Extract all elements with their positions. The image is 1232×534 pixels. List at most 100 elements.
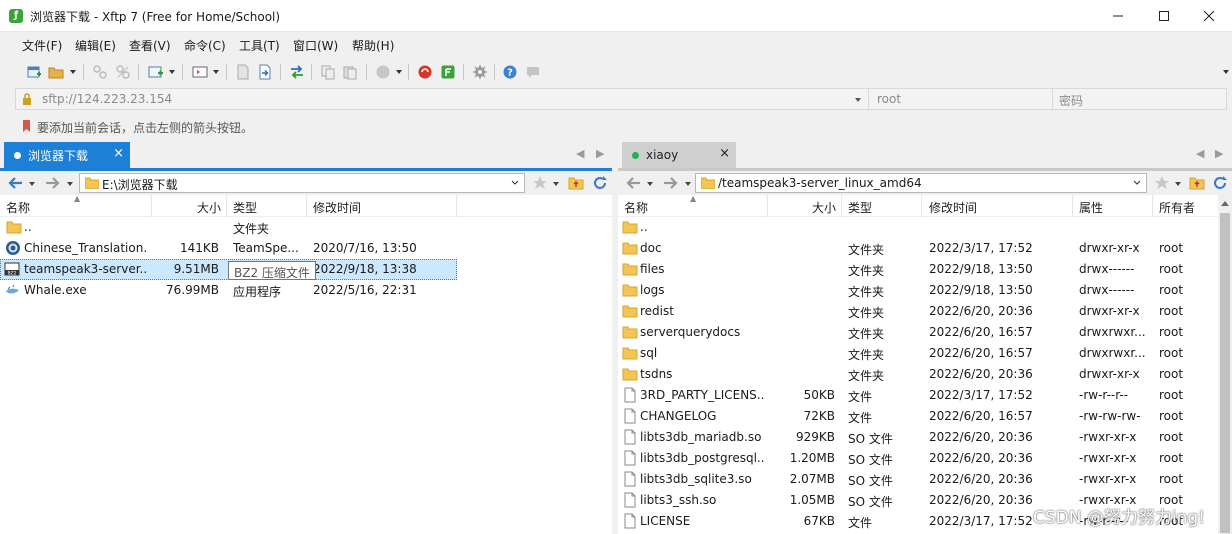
refresh-icon[interactable] xyxy=(1212,175,1228,191)
xshell-button[interactable] xyxy=(190,62,210,82)
xftp-app-icon[interactable]: ƒ xyxy=(9,9,23,23)
forward-dropdown-icon[interactable] xyxy=(67,182,73,186)
forward-arrow-icon[interactable] xyxy=(662,175,680,191)
feedback-button[interactable] xyxy=(523,62,543,82)
back-dropdown-icon[interactable] xyxy=(647,182,653,186)
menu-view[interactable]: 查看(V) xyxy=(129,37,171,54)
connect-button[interactable] xyxy=(90,62,110,82)
menu-window[interactable]: 窗口(W) xyxy=(293,37,338,54)
tab-scroll-left-icon[interactable]: ◀ xyxy=(576,147,584,160)
column-header-modified[interactable]: 修改时间 xyxy=(929,199,977,216)
file-properties-button[interactable] xyxy=(233,62,253,82)
column-header-size[interactable]: 大小 xyxy=(812,199,836,216)
column-divider[interactable] xyxy=(1152,195,1153,217)
list-item[interactable]: redist 文件夹 2022/6/20, 20:36 drwxr-xr-x root xyxy=(618,301,1232,322)
list-item[interactable]: Chinese_Translation... 141KB TeamSpe... … xyxy=(0,238,612,259)
transfer-button[interactable] xyxy=(255,62,275,82)
tab-scroll-left-icon[interactable]: ◀ xyxy=(1196,147,1204,160)
address-bar[interactable]: sftp://124.223.23.154 root 密码 xyxy=(15,88,1227,110)
forward-arrow-icon[interactable] xyxy=(44,175,62,191)
status-button[interactable] xyxy=(373,62,393,82)
xshell-dropdown-icon[interactable] xyxy=(213,70,219,74)
bookmark-arrow-icon[interactable] xyxy=(20,119,34,133)
password-field[interactable]: 密码 xyxy=(1059,92,1083,109)
parent-folder-icon[interactable] xyxy=(1189,175,1205,191)
list-item[interactable]: libts3db_postgresql... 1.20MB SO 文件 2022/6/… xyxy=(618,448,1232,469)
list-item[interactable]: libts3db_sqlite3.so 2.07MB SO 文件 2022/6/20,… xyxy=(618,469,1232,490)
back-arrow-icon[interactable] xyxy=(6,175,24,191)
host-dropdown-icon[interactable] xyxy=(855,98,861,102)
menu-command[interactable]: 命令(C) xyxy=(184,37,226,54)
star-icon[interactable] xyxy=(1154,175,1170,191)
minimize-button[interactable] xyxy=(1095,0,1141,32)
disconnect-button[interactable] xyxy=(113,62,133,82)
xshell-app-button[interactable] xyxy=(415,62,435,82)
forward-dropdown-icon[interactable] xyxy=(685,182,691,186)
close-window-button[interactable] xyxy=(1186,0,1232,32)
username-field[interactable]: root xyxy=(877,92,901,106)
column-header-owner[interactable]: 所有者 xyxy=(1159,199,1195,216)
maximize-button[interactable] xyxy=(1141,0,1187,32)
column-divider[interactable] xyxy=(456,195,457,217)
copy-button[interactable] xyxy=(318,62,338,82)
tab-scroll-right-icon[interactable]: ▶ xyxy=(596,147,604,160)
favorites-dropdown-icon[interactable] xyxy=(1175,182,1181,186)
back-dropdown-icon[interactable] xyxy=(29,182,35,186)
list-item[interactable]: .. xyxy=(618,217,1232,238)
refresh-icon[interactable] xyxy=(592,175,608,191)
column-divider[interactable] xyxy=(1072,195,1073,217)
status-dropdown-icon[interactable] xyxy=(396,70,402,74)
paste-button[interactable] xyxy=(340,62,360,82)
tab-remote-xiaoy[interactable]: xiaoy × xyxy=(622,142,736,168)
sync-button[interactable] xyxy=(287,62,307,82)
list-item[interactable]: tsdns 文件夹 2022/6/20, 20:36 drwxr-xr-x root xyxy=(618,364,1232,385)
local-path-input[interactable]: E:\浏览器下载 xyxy=(79,173,525,193)
column-header-name[interactable]: 名称 xyxy=(6,199,30,216)
list-item[interactable]: sql 文件夹 2022/6/20, 16:57 drwxrwxr... root xyxy=(618,343,1232,364)
options-button[interactable] xyxy=(470,62,490,82)
toolbar-overflow-icon[interactable] xyxy=(1223,70,1229,74)
column-divider[interactable] xyxy=(841,195,842,217)
new-tab-dropdown-icon[interactable] xyxy=(169,70,175,74)
close-tab-icon[interactable]: × xyxy=(113,147,124,161)
list-item[interactable]: libts3db_mariadb.so 929KB SO 文件 2022/6/20, … xyxy=(618,427,1232,448)
column-header-type[interactable]: 类型 xyxy=(233,199,257,216)
host-address[interactable]: sftp://124.223.23.154 xyxy=(42,92,172,106)
list-item[interactable]: Whale.exe 76.99MB 应用程序 2022/5/16, 22:31 xyxy=(0,280,612,301)
scroll-up-icon[interactable] xyxy=(1221,201,1229,206)
back-arrow-icon[interactable] xyxy=(624,175,642,191)
menu-file[interactable]: 文件(F) xyxy=(22,37,62,54)
scrollbar-thumb[interactable] xyxy=(1220,213,1230,533)
favorites-dropdown-icon[interactable] xyxy=(553,182,559,186)
menu-tools[interactable]: 工具(T) xyxy=(239,37,280,54)
open-dropdown-icon[interactable] xyxy=(70,70,76,74)
close-tab-icon[interactable]: × xyxy=(719,147,730,161)
tab-scroll-right-icon[interactable]: ▶ xyxy=(1215,147,1223,160)
column-header-modified[interactable]: 修改时间 xyxy=(313,199,361,216)
list-item[interactable]: doc 文件夹 2022/3/17, 17:52 drwxr-xr-x root xyxy=(618,238,1232,259)
chevron-down-icon[interactable] xyxy=(1133,179,1141,187)
column-header-attributes[interactable]: 属性 xyxy=(1079,199,1103,216)
column-divider[interactable] xyxy=(226,195,227,217)
column-divider[interactable] xyxy=(767,195,768,217)
tab-local-downloads[interactable]: 浏览器下载 × xyxy=(4,142,130,168)
menu-edit[interactable]: 编辑(E) xyxy=(75,37,116,54)
chevron-down-icon[interactable] xyxy=(511,179,519,187)
new-tab-button[interactable] xyxy=(146,62,166,82)
list-item[interactable]: 3RD_PARTY_LICENS... 50KB 文件 2022/3/17, 17:5… xyxy=(618,385,1232,406)
menu-help[interactable]: 帮助(H) xyxy=(352,37,394,54)
column-header-name[interactable]: 名称 xyxy=(624,199,648,216)
list-item[interactable]: CHANGELOG 72KB 文件 2022/6/20, 16:57 -rw-rw-rw… xyxy=(618,406,1232,427)
remote-path-input[interactable]: /teamspeak3-server_linux_amd64 xyxy=(695,173,1147,193)
help-button[interactable]: ? xyxy=(500,62,520,82)
column-divider[interactable] xyxy=(151,195,152,217)
column-divider[interactable] xyxy=(921,195,922,217)
list-item[interactable]: .. 文件夹 xyxy=(0,217,612,238)
column-header-type[interactable]: 类型 xyxy=(848,199,872,216)
open-session-button[interactable] xyxy=(46,62,66,82)
list-item[interactable]: logs 文件夹 2022/9/18, 13:50 drwx------ root xyxy=(618,280,1232,301)
list-item[interactable]: files 文件夹 2022/9/18, 13:50 drwx------ root xyxy=(618,259,1232,280)
parent-folder-icon[interactable] xyxy=(568,175,584,191)
remote-vertical-scrollbar[interactable] xyxy=(1218,195,1232,534)
column-divider[interactable] xyxy=(306,195,307,217)
